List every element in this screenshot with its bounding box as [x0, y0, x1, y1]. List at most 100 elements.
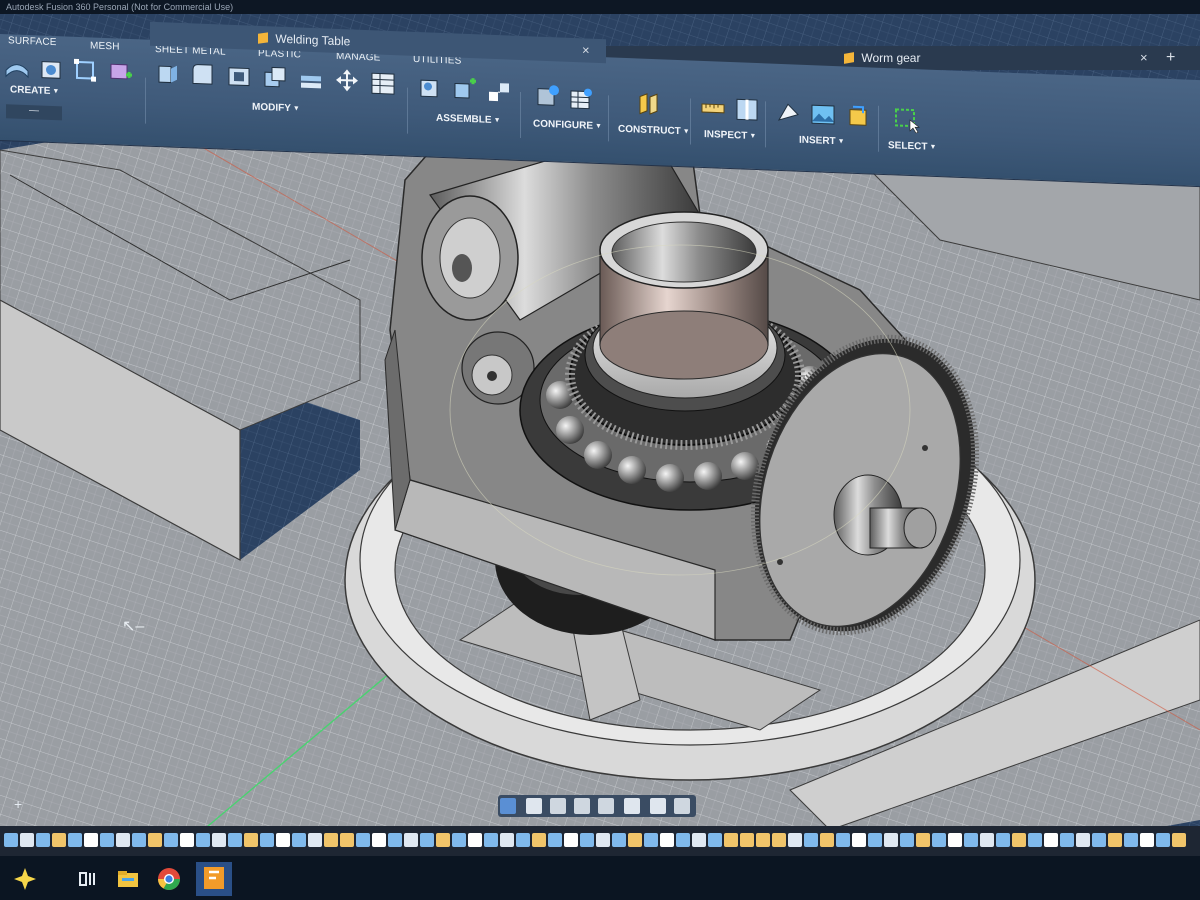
timeline-feature-icon[interactable] — [628, 833, 642, 847]
timeline-feature-icon[interactable] — [340, 833, 354, 847]
select-window-icon[interactable] — [894, 106, 920, 134]
timeline-feature-icon[interactable] — [20, 833, 34, 847]
timeline-feature-icon[interactable] — [868, 833, 882, 847]
close-tab-button[interactable]: × — [1140, 46, 1148, 70]
mesh-add-icon[interactable] — [108, 60, 134, 87]
mesh-edit-icon[interactable] — [72, 57, 98, 84]
timeline-feature-icon[interactable] — [52, 833, 66, 847]
timeline-feature-icon[interactable] — [612, 833, 626, 847]
timeline-feature-icon[interactable] — [564, 833, 578, 847]
timeline[interactable] — [0, 826, 1200, 856]
orbit-icon[interactable] — [500, 798, 516, 814]
construct-menu[interactable]: CONSTRUCT ▼ — [618, 124, 690, 138]
timeline-feature-icon[interactable] — [308, 833, 322, 847]
timeline-feature-icon[interactable] — [900, 833, 914, 847]
configure-menu[interactable]: CONFIGURE ▼ — [533, 118, 602, 132]
timeline-feature-icon[interactable] — [516, 833, 530, 847]
offset-plane-icon[interactable] — [636, 90, 662, 117]
timeline-feature-icon[interactable] — [84, 833, 98, 847]
timeline-feature-icon[interactable] — [404, 833, 418, 847]
timeline-feature-icon[interactable] — [1172, 833, 1186, 847]
select-menu[interactable]: SELECT ▼ — [888, 140, 936, 153]
timeline-feature-icon[interactable] — [132, 833, 146, 847]
timeline-feature-icon[interactable] — [1076, 833, 1090, 847]
timeline-feature-icon[interactable] — [356, 833, 370, 847]
task-view-icon[interactable] — [72, 864, 102, 894]
parameters-icon[interactable] — [370, 70, 396, 97]
timeline-feature-icon[interactable] — [756, 833, 770, 847]
collapse-ribbon-button[interactable]: — — [6, 104, 62, 121]
timeline-feature-icon[interactable] — [772, 833, 786, 847]
tab-mesh[interactable]: MESH — [90, 40, 120, 52]
tab-surface[interactable]: SURFACE — [8, 35, 57, 48]
timeline-feature-icon[interactable] — [852, 833, 866, 847]
viewports-icon[interactable] — [650, 798, 666, 814]
timeline-feature-icon[interactable] — [148, 833, 162, 847]
timeline-feature-icon[interactable] — [68, 833, 82, 847]
timeline-feature-icon[interactable] — [436, 833, 450, 847]
timeline-feature-icon[interactable] — [180, 833, 194, 847]
timeline-feature-icon[interactable] — [948, 833, 962, 847]
timeline-feature-icon[interactable] — [692, 833, 706, 847]
timeline-feature-icon[interactable] — [164, 833, 178, 847]
timeline-feature-icon[interactable] — [196, 833, 210, 847]
timeline-feature-icon[interactable] — [1156, 833, 1170, 847]
timeline-feature-icon[interactable] — [596, 833, 610, 847]
timeline-feature-icon[interactable] — [740, 833, 754, 847]
add-button[interactable]: + — [14, 796, 22, 812]
timeline-feature-icon[interactable] — [244, 833, 258, 847]
timeline-feature-icon[interactable] — [548, 833, 562, 847]
timeline-feature-icon[interactable] — [532, 833, 546, 847]
timeline-feature-icon[interactable] — [980, 833, 994, 847]
surface-extrude-icon[interactable] — [4, 54, 30, 81]
insert-derive-icon[interactable] — [776, 100, 802, 127]
start-icon[interactable] — [10, 864, 40, 894]
timeline-feature-icon[interactable] — [292, 833, 306, 847]
timeline-feature-icon[interactable] — [1044, 833, 1058, 847]
timeline-feature-icon[interactable] — [676, 833, 690, 847]
timeline-feature-icon[interactable] — [484, 833, 498, 847]
timeline-feature-icon[interactable] — [36, 833, 50, 847]
timeline-feature-icon[interactable] — [580, 833, 594, 847]
display-settings-icon[interactable] — [598, 798, 614, 814]
timeline-feature-icon[interactable] — [420, 833, 434, 847]
file-explorer-icon[interactable] — [113, 864, 143, 894]
modify-menu[interactable]: MODIFY ▼ — [252, 102, 300, 115]
timeline-feature-icon[interactable] — [1012, 833, 1026, 847]
timeline-feature-icon[interactable] — [1060, 833, 1074, 847]
timeline-feature-icon[interactable] — [1108, 833, 1122, 847]
configure-icon[interactable] — [535, 83, 561, 110]
timeline-feature-icon[interactable] — [644, 833, 658, 847]
assemble-menu[interactable]: ASSEMBLE ▼ — [436, 113, 501, 126]
timeline-feature-icon[interactable] — [100, 833, 114, 847]
inspect-menu[interactable]: INSPECT ▼ — [704, 129, 756, 142]
as-built-joint-icon[interactable] — [486, 79, 512, 106]
timeline-feature-icon[interactable] — [1140, 833, 1154, 847]
insert-menu[interactable]: INSERT ▼ — [799, 135, 845, 148]
look-at-icon[interactable] — [550, 798, 566, 814]
fusion-icon[interactable] — [196, 862, 232, 896]
timeline-feature-icon[interactable] — [836, 833, 850, 847]
combine-icon[interactable] — [262, 64, 288, 91]
joint-add-icon[interactable] — [452, 75, 478, 102]
box-icon[interactable] — [38, 55, 64, 82]
timeline-feature-icon[interactable] — [468, 833, 482, 847]
timeline-feature-icon[interactable] — [500, 833, 514, 847]
timeline-feature-icon[interactable] — [964, 833, 978, 847]
timeline-feature-icon[interactable] — [660, 833, 674, 847]
pan-icon[interactable] — [526, 798, 542, 814]
timeline-feature-icon[interactable] — [884, 833, 898, 847]
insert-mesh-icon[interactable] — [845, 102, 871, 129]
zoom-icon[interactable] — [574, 798, 590, 814]
timeline-feature-icon[interactable] — [1028, 833, 1042, 847]
timeline-feature-icon[interactable] — [996, 833, 1010, 847]
press-pull-icon[interactable] — [155, 60, 181, 87]
new-component-icon[interactable] — [418, 74, 444, 101]
timeline-feature-icon[interactable] — [4, 833, 18, 847]
timeline-feature-icon[interactable] — [820, 833, 834, 847]
timeline-feature-icon[interactable] — [788, 833, 802, 847]
section-analysis-icon[interactable] — [734, 96, 760, 123]
fillet-icon[interactable] — [190, 61, 216, 88]
configure-table-icon[interactable] — [568, 86, 594, 113]
create-menu[interactable]: CREATE ▼ — [10, 84, 59, 97]
